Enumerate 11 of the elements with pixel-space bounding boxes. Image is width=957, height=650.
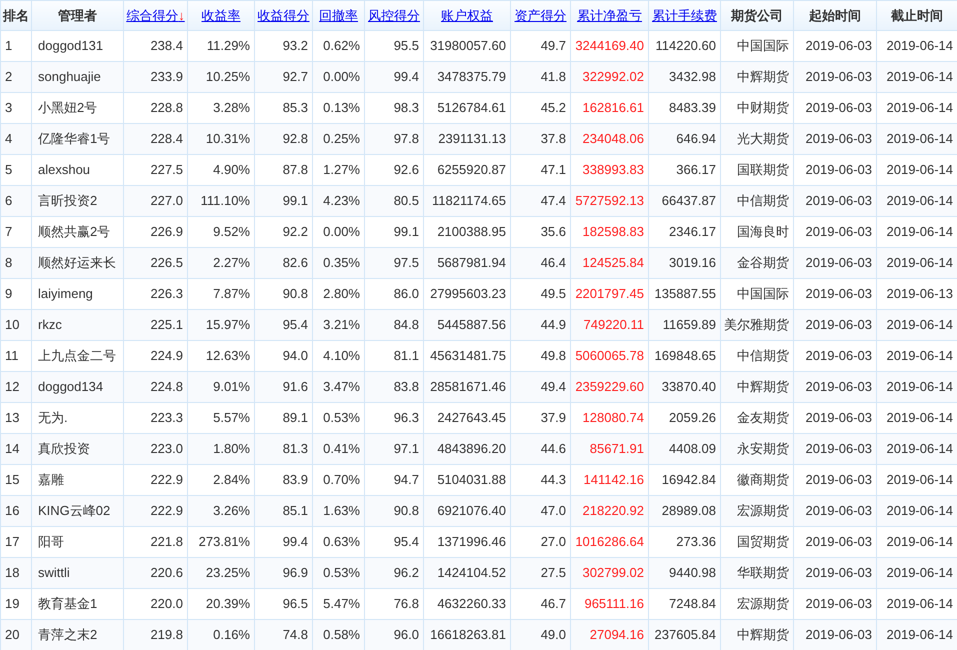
sort-link[interactable]: 回撤率 [319,8,358,23]
sort-link[interactable]: 风控得分 [368,8,420,23]
sort-link[interactable]: 资产得分 [514,8,566,23]
sort-link[interactable]: 收益率 [202,8,240,23]
sort-link[interactable]: 累计手续费 [652,8,717,23]
sort-link[interactable]: 账户权益 [441,8,493,23]
sort-link[interactable]: 累计净盈亏 [577,8,642,23]
table-cell: 20 [0,620,32,650]
column-header: 排名 [0,0,32,30]
sort-link[interactable]: 收益得分 [258,8,310,23]
sort-link[interactable]: 综合得分↓ [126,8,185,23]
